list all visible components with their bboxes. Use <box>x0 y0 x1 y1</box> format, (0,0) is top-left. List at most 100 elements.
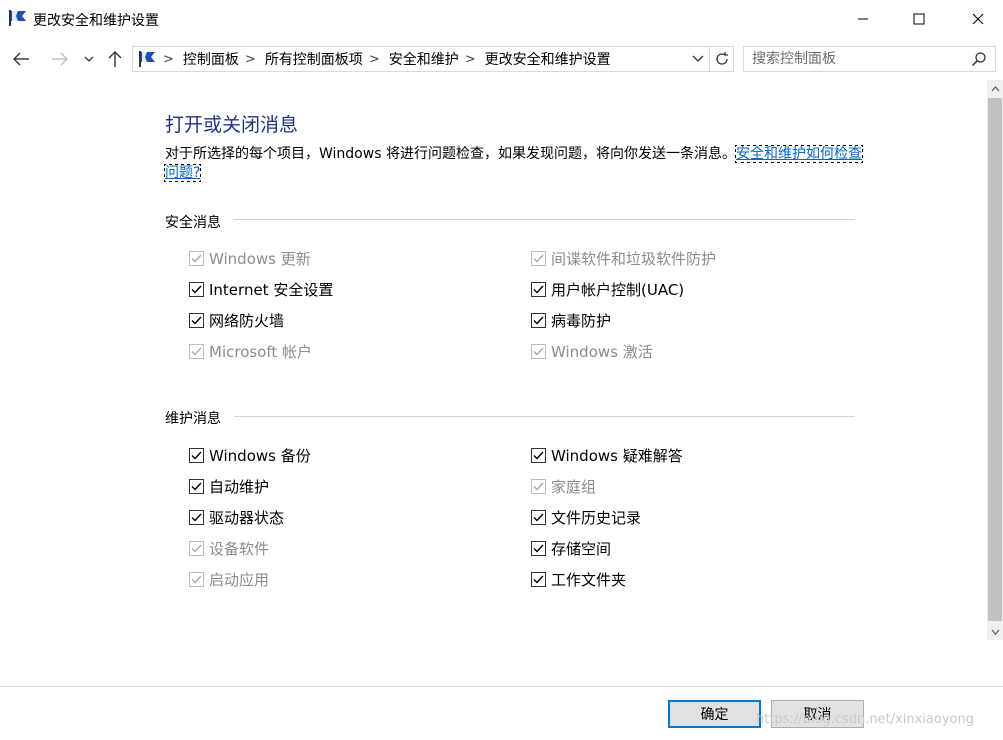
checkbox-label: Windows 疑难解答 <box>551 446 683 465</box>
checkbox[interactable] <box>531 509 546 525</box>
checkbox[interactable] <box>531 540 546 556</box>
scroll-up-button[interactable] <box>987 80 1003 97</box>
forward-button[interactable] <box>49 48 71 70</box>
checkbox-item: 启动应用 <box>189 569 269 589</box>
checkmark-icon <box>533 544 544 553</box>
checkmark-icon <box>533 513 544 522</box>
checkbox-label: 设备软件 <box>209 539 270 558</box>
checkbox-item[interactable]: 网络防火墙 <box>189 310 284 330</box>
address-dropdown-button[interactable] <box>689 50 707 68</box>
close-button[interactable] <box>955 0 1001 38</box>
dialog-footer: 确定 取消 https://blog.csdn.net/xinxiaoyong <box>0 686 1003 740</box>
checkbox[interactable] <box>531 447 546 463</box>
checkbox[interactable] <box>189 312 204 328</box>
checkbox[interactable] <box>531 571 546 587</box>
checkbox[interactable] <box>189 281 204 297</box>
checkbox-label: Microsoft 帐户 <box>209 342 313 361</box>
checkbox[interactable] <box>531 281 546 297</box>
breadcrumb-item[interactable]: 更改安全和维护设置 <box>485 49 611 69</box>
flag-icon <box>9 10 26 26</box>
title-bar: 更改安全和维护设置 <box>0 0 1003 38</box>
minimize-button[interactable] <box>840 0 886 38</box>
recent-locations-button[interactable] <box>80 48 98 70</box>
checkbox[interactable] <box>189 447 204 463</box>
checkmark-icon <box>533 285 544 294</box>
checkbox <box>531 478 546 494</box>
checkbox-label: 文件历史记录 <box>551 508 642 527</box>
up-button[interactable] <box>104 48 126 70</box>
checkbox <box>531 343 546 359</box>
checkmark-icon <box>191 575 202 584</box>
flag-icon <box>139 51 155 67</box>
maintenance-divider <box>234 416 855 417</box>
checkbox-item[interactable]: 存储空间 <box>531 538 611 558</box>
checkbox-label: 家庭组 <box>551 477 597 496</box>
checkbox-item: Windows 更新 <box>189 248 311 268</box>
checkbox-item[interactable]: Windows 备份 <box>189 445 311 465</box>
search-box[interactable] <box>743 46 996 72</box>
checkmark-icon <box>533 451 544 460</box>
checkbox-item[interactable]: 用户帐户控制(UAC) <box>531 279 684 299</box>
scroll-down-button[interactable] <box>987 623 1003 640</box>
checkbox-item[interactable]: 文件历史记录 <box>531 507 641 527</box>
arrow-up-icon <box>108 51 122 67</box>
checkbox-label: 启动应用 <box>209 570 270 589</box>
checkbox-label: 间谍软件和垃圾软件防护 <box>551 249 717 268</box>
checkmark-icon <box>533 316 544 325</box>
breadcrumb-separator: > <box>368 51 380 67</box>
security-divider <box>234 219 855 220</box>
checkbox-label: Windows 更新 <box>209 249 311 268</box>
checkbox[interactable] <box>531 312 546 328</box>
checkbox-item[interactable]: 自动维护 <box>189 476 269 496</box>
maximize-button[interactable] <box>896 0 942 38</box>
checkbox-label: 存储空间 <box>551 539 612 558</box>
refresh-button[interactable] <box>710 46 734 72</box>
breadcrumb-separator: > <box>464 51 476 67</box>
scroll-thumb[interactable] <box>988 98 1002 621</box>
vertical-scrollbar[interactable] <box>987 80 1003 640</box>
checkbox[interactable] <box>189 478 204 494</box>
checkbox-item[interactable]: 驱动器状态 <box>189 507 284 527</box>
checkbox-item[interactable]: Internet 安全设置 <box>189 279 333 299</box>
checkbox-label: 病毒防护 <box>551 311 612 330</box>
checkmark-icon <box>191 544 202 553</box>
minimize-icon <box>858 18 868 20</box>
breadcrumb-item[interactable]: 安全和维护 <box>389 49 459 69</box>
chevron-up-icon <box>991 85 999 91</box>
checkbox-label: 用户帐户控制(UAC) <box>551 280 685 299</box>
breadcrumb-separator: > <box>163 51 174 67</box>
checkbox <box>189 540 204 556</box>
refresh-icon <box>715 52 728 65</box>
page-description: 对于所选择的每个项目，Windows 将进行问题检查，如果发现问题，将向你发送一… <box>164 145 867 183</box>
breadcrumb-item[interactable]: 所有控制面板项 <box>265 49 363 69</box>
checkbox-label: Windows 激活 <box>551 342 653 361</box>
back-button[interactable] <box>10 48 32 70</box>
breadcrumb-separator: > <box>244 51 256 67</box>
checkbox-label: Windows 备份 <box>209 446 311 465</box>
checkmark-icon <box>533 347 544 356</box>
address-bar[interactable]: > 控制面板 > 所有控制面板项 > 安全和维护 > 更改安全和维护设置 <box>132 46 710 72</box>
checkbox[interactable] <box>189 509 204 525</box>
main-content: 打开或关闭消息 对于所选择的每个项目，Windows 将进行问题检查，如果发现问… <box>0 80 987 686</box>
checkmark-icon <box>191 254 202 263</box>
checkbox-label: Internet 安全设置 <box>209 280 334 299</box>
arrow-right-icon <box>52 52 68 66</box>
checkmark-icon <box>191 513 202 522</box>
checkbox-item[interactable]: 工作文件夹 <box>531 569 626 589</box>
maintenance-messages-label: 维护消息 <box>165 411 221 427</box>
window-title: 更改安全和维护设置 <box>33 13 159 29</box>
checkmark-icon <box>191 451 202 460</box>
checkbox-item: 家庭组 <box>531 476 596 496</box>
checkmark-icon <box>191 347 202 356</box>
breadcrumb-item[interactable]: 控制面板 <box>183 49 239 69</box>
checkbox <box>189 343 204 359</box>
checkmark-icon <box>533 482 544 491</box>
ok-button[interactable]: 确定 <box>668 700 761 728</box>
checkbox-item[interactable]: 病毒防护 <box>531 310 611 330</box>
search-icon[interactable] <box>971 51 987 67</box>
checkbox-item[interactable]: Windows 疑难解答 <box>531 445 683 465</box>
page-heading: 打开或关闭消息 <box>165 114 299 136</box>
search-input[interactable] <box>752 50 962 68</box>
checkbox-item: Windows 激活 <box>531 341 653 361</box>
chevron-down-icon <box>84 56 94 62</box>
